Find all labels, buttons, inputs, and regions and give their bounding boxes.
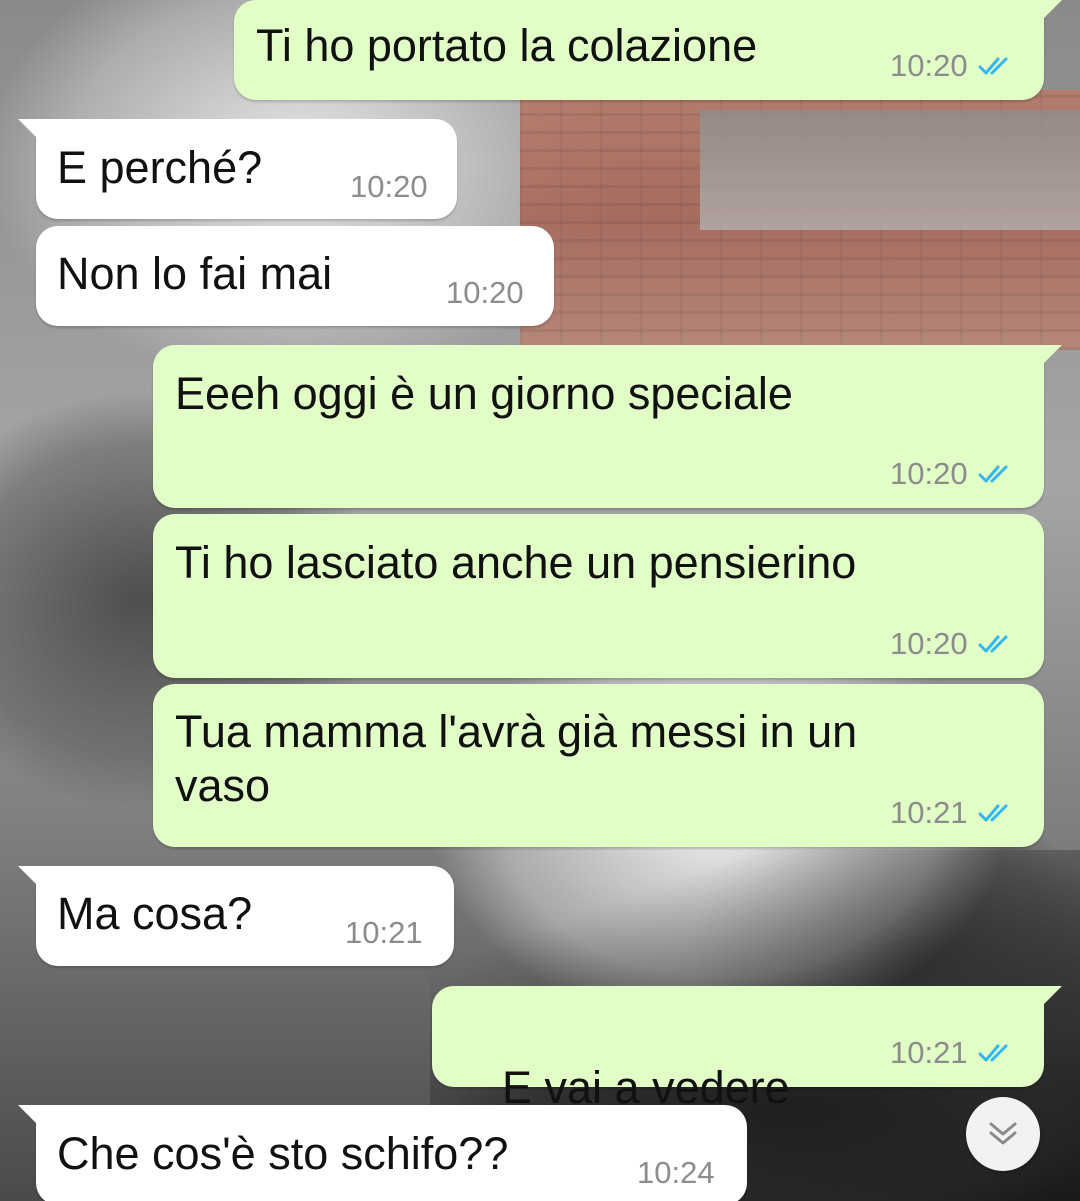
message-text: E perché? (57, 142, 263, 193)
message-meta: 10:21 (890, 1035, 1016, 1071)
double-check-read-icon (978, 635, 1008, 653)
message-time: 10:21 (890, 795, 968, 830)
message-text: Ti ho portato la colazione (256, 20, 758, 71)
message-meta: 10:20 (890, 48, 1016, 84)
message-meta: 10:20 (446, 275, 524, 311)
double-check-read-icon (978, 804, 1008, 822)
message-meta: 10:21 (345, 915, 423, 951)
double-check-read-icon (978, 1044, 1008, 1062)
message-meta: 10:20 (890, 456, 1016, 492)
message-bubble-outgoing[interactable]: E vai a vedere ☺️ 10:21 (432, 986, 1062, 1168)
message-meta: 10:24 (637, 1155, 715, 1191)
message-time: 10:20 (890, 48, 968, 83)
message-meta: 10:21 (890, 795, 1016, 831)
message-text: Tua mamma l'avrà già messi in un vaso (175, 706, 858, 811)
message-bubble-outgoing[interactable]: Ti ho portato la colazione 10:20 (234, 0, 1062, 100)
chevrons-down-icon (989, 1122, 1017, 1145)
message-text: Che cos'è sto schifo?? (57, 1128, 509, 1179)
message-bubble-incoming[interactable]: Che cos'è sto schifo?? 10:24 (18, 1105, 747, 1201)
message-bubble-outgoing[interactable]: Ti ho lasciato anche un pensierino 10:20 (153, 514, 1044, 678)
message-bubble-incoming[interactable]: Non lo fai mai 10:20 (36, 226, 554, 326)
message-time: 10:21 (345, 915, 423, 950)
message-time: 10:20 (890, 456, 968, 491)
message-bubble-incoming[interactable]: E perché? 10:20 (18, 119, 457, 219)
message-text: Eeeh oggi è un giorno speciale (175, 368, 793, 419)
message-bubble-outgoing[interactable]: Eeeh oggi è un giorno speciale 10:20 (153, 345, 1062, 508)
scroll-to-bottom-button[interactable] (966, 1097, 1040, 1171)
message-time: 10:21 (890, 1035, 968, 1070)
double-check-read-icon (978, 57, 1008, 75)
message-time: 10:20 (890, 626, 968, 661)
message-text: Ma cosa? (57, 888, 253, 939)
message-bubble-outgoing[interactable]: Tua mamma l'avrà già messi in un vaso 10… (153, 684, 1044, 847)
message-time: 10:20 (446, 275, 524, 310)
wallpaper-building-windows (700, 110, 1080, 230)
message-meta: 10:20 (350, 169, 428, 205)
message-time: 10:24 (637, 1155, 715, 1190)
message-time: 10:20 (350, 169, 428, 204)
message-text: Ti ho lasciato anche un pensierino (175, 537, 857, 588)
message-text: Non lo fai mai (57, 248, 333, 299)
message-bubble-incoming[interactable]: Ma cosa? 10:21 (18, 866, 454, 966)
message-meta: 10:20 (890, 626, 1016, 662)
double-check-read-icon (978, 465, 1008, 483)
